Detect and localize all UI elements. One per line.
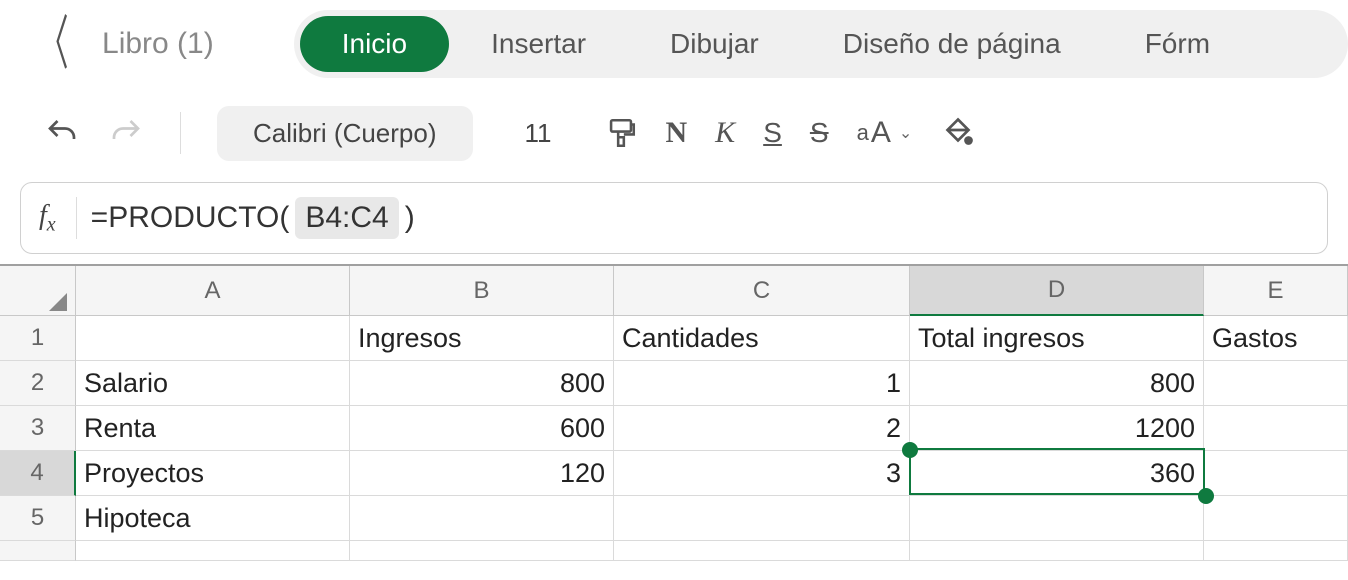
font-size-label: 11: [525, 118, 552, 149]
strikethrough-button[interactable]: S: [810, 117, 829, 149]
cell-E6[interactable]: [1204, 541, 1348, 561]
tab-insertar[interactable]: Insertar: [449, 16, 628, 72]
row-header-1[interactable]: 1: [0, 316, 76, 361]
workbook-title[interactable]: Libro (1): [102, 27, 294, 61]
cell-D1[interactable]: Total ingresos: [910, 316, 1204, 361]
cell-A2[interactable]: Salario: [76, 361, 350, 406]
cell-A4[interactable]: Proyectos: [76, 451, 350, 496]
row-header-3[interactable]: 3: [0, 406, 76, 451]
cell-E2[interactable]: [1204, 361, 1348, 406]
italic-button[interactable]: K: [715, 116, 735, 150]
selection-handle-bottom-right[interactable]: [1198, 488, 1214, 504]
cell-E4[interactable]: [1204, 451, 1348, 496]
grid-row-2: 2 Salario 800 1 800: [0, 361, 1348, 406]
selection-handle-top-left[interactable]: [902, 442, 918, 458]
tab-formulas[interactable]: Fórm: [1103, 16, 1252, 72]
cell-D3[interactable]: 1200: [910, 406, 1204, 451]
formula-suffix: ): [405, 201, 415, 235]
select-all-corner[interactable]: [0, 266, 76, 316]
col-header-D[interactable]: D: [910, 266, 1204, 316]
formula-range[interactable]: B4:C4: [295, 197, 398, 239]
tab-dibujar[interactable]: Dibujar: [628, 16, 801, 72]
cell-C3[interactable]: 2: [614, 406, 910, 451]
underline-button[interactable]: S: [763, 117, 782, 149]
column-header-row: A B C D E: [0, 266, 1348, 316]
cell-B5[interactable]: [350, 496, 614, 541]
ribbon-tabs: Inicio Insertar Dibujar Diseño de página…: [294, 10, 1348, 78]
redo-button[interactable]: [108, 115, 144, 151]
row-header-4[interactable]: 4: [0, 451, 76, 496]
cell-C6[interactable]: [614, 541, 910, 561]
fill-color-button[interactable]: [940, 115, 976, 151]
cell-D5[interactable]: [910, 496, 1204, 541]
grid-row-3: 3 Renta 600 2 1200: [0, 406, 1348, 451]
col-header-C[interactable]: C: [614, 266, 910, 316]
cell-D2[interactable]: 800: [910, 361, 1204, 406]
cell-D4[interactable]: 360: [910, 451, 1204, 496]
bold-button[interactable]: N: [666, 116, 688, 150]
cell-B4[interactable]: 120: [350, 451, 614, 496]
cell-E5[interactable]: [1204, 496, 1348, 541]
col-header-B[interactable]: B: [350, 266, 614, 316]
row-header-2[interactable]: 2: [0, 361, 76, 406]
cell-C2[interactable]: 1: [614, 361, 910, 406]
format-painter-button[interactable]: [604, 116, 638, 150]
row-header-5[interactable]: 5: [0, 496, 76, 541]
col-header-A[interactable]: A: [76, 266, 350, 316]
formula-prefix: =PRODUCTO(: [91, 201, 290, 235]
cell-A5[interactable]: Hipoteca: [76, 496, 350, 541]
font-size-grow-button[interactable]: aA⌄: [857, 116, 913, 150]
font-name-selector[interactable]: Calibri (Cuerpo): [217, 106, 473, 161]
cell-E3[interactable]: [1204, 406, 1348, 451]
toolbar: Calibri (Cuerpo) 11 N K S S aA⌄: [0, 88, 1348, 178]
cell-A1[interactable]: [76, 316, 350, 361]
spreadsheet-grid: A B C D E 1 Ingresos Cantidades Total in…: [0, 264, 1348, 561]
cell-D6[interactable]: [910, 541, 1204, 561]
title-bar: 〈 Libro (1) Inicio Insertar Dibujar Dise…: [0, 0, 1348, 88]
cell-A6[interactable]: [76, 541, 350, 561]
tab-inicio[interactable]: Inicio: [300, 16, 449, 72]
fx-icon: fx: [39, 200, 76, 237]
cell-B6[interactable]: [350, 541, 614, 561]
cell-A3[interactable]: Renta: [76, 406, 350, 451]
back-button[interactable]: 〈: [39, 15, 91, 74]
formula-input[interactable]: =PRODUCTO( B4:C4 ): [77, 197, 415, 239]
cell-E1[interactable]: Gastos: [1204, 316, 1348, 361]
undo-button[interactable]: [44, 115, 80, 151]
cell-C5[interactable]: [614, 496, 910, 541]
toolbar-divider: [180, 112, 181, 154]
row-header-6[interactable]: [0, 541, 76, 561]
tab-diseno[interactable]: Diseño de página: [801, 16, 1103, 72]
cell-B2[interactable]: 800: [350, 361, 614, 406]
font-name-label: Calibri (Cuerpo): [253, 118, 437, 149]
cell-B3[interactable]: 600: [350, 406, 614, 451]
grid-row-1: 1 Ingresos Cantidades Total ingresos Gas…: [0, 316, 1348, 361]
grid-row-6: [0, 541, 1348, 561]
grid-row-5: 5 Hipoteca: [0, 496, 1348, 541]
cell-C1[interactable]: Cantidades: [614, 316, 910, 361]
formula-bar[interactable]: fx =PRODUCTO( B4:C4 ): [20, 182, 1328, 254]
col-header-E[interactable]: E: [1204, 266, 1348, 316]
grid-row-4: 4 Proyectos 120 3 360: [0, 451, 1348, 496]
cell-C4[interactable]: 3: [614, 451, 910, 496]
font-size-selector[interactable]: 11: [501, 106, 576, 161]
cell-B1[interactable]: Ingresos: [350, 316, 614, 361]
